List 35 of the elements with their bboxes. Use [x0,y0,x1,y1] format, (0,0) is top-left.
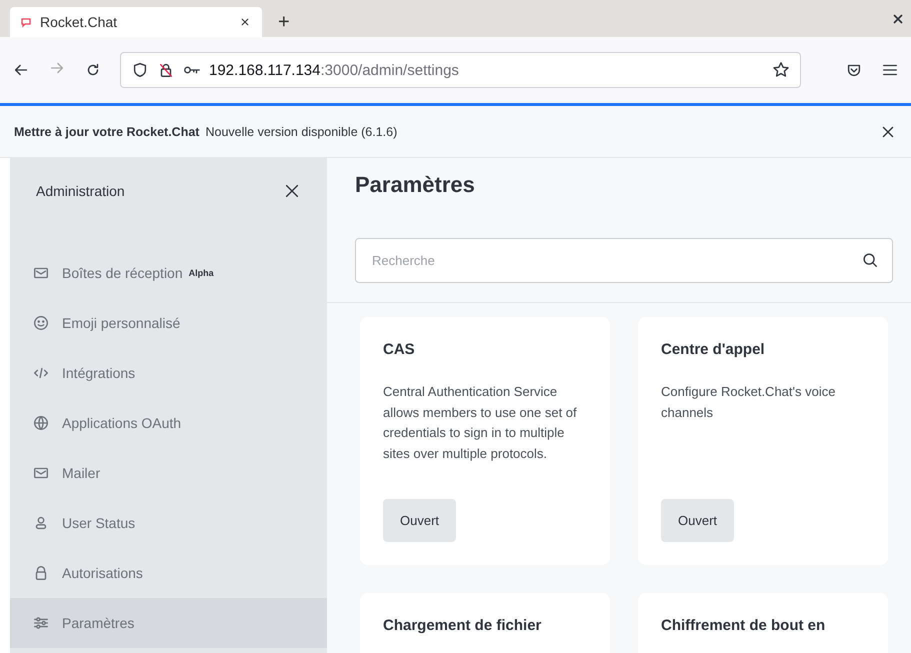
update-message: Mettre à jour votre Rocket.Chat Nouvelle version disponible (6.1.6) [14,124,398,138]
sidebar-item[interactable]: Paramètres [10,598,327,648]
page-title: Paramètres [355,172,476,198]
search-icon [861,251,879,269]
card-title: Chiffrement de bout en [661,617,826,634]
star-icon [772,61,790,79]
sidebar-item[interactable]: Mailer [10,448,327,498]
sidebar-item[interactable]: Autorisations [10,548,327,598]
sidebar-item[interactable]: Applications OAuth [10,398,327,448]
open-button[interactable]: Ouvert [383,499,456,542]
sidebar-item[interactable]: Emoji personnalisé [10,298,327,348]
sidebar-item[interactable]: User Status [10,498,327,548]
shield-icon [131,61,149,79]
card-description: Configure Rocket.Chat's voice channels [661,383,836,422]
close-icon [283,182,301,200]
sidebar-item[interactable]: Intégrations [10,348,327,398]
card-description: Central Authentication Service allows members to use one set of credentials to sign in to multiple sites over multiple protocols. [383,383,578,463]
insecure-lock-icon [157,61,175,79]
new-tab-button[interactable]: + [270,7,298,37]
card-title: Chargement de fichier [383,617,542,634]
smiley-icon [32,314,50,332]
tab-title: Rocket.Chat [40,14,118,30]
chat-bubble-icon [20,16,32,28]
url-text: 192.168.117.134:3000/admin/settings [209,62,459,78]
search-field[interactable]: Recherche [355,238,893,283]
close-icon [891,12,905,26]
card-title: CAS [383,341,416,358]
address-bar[interactable]: 192.168.117.134:3000/admin/settings [120,52,801,88]
open-button[interactable]: Ouvert [661,499,734,542]
browser-tab[interactable]: Rocket.Chat [10,7,262,37]
sidebar-item[interactable]: Boîtes de réception Alpha [10,248,327,298]
alpha-label: Alpha [188,268,214,278]
card-title: Centre d'appel [661,341,766,358]
globe-icon [32,414,50,432]
sidebar-title: Administration [36,183,125,199]
